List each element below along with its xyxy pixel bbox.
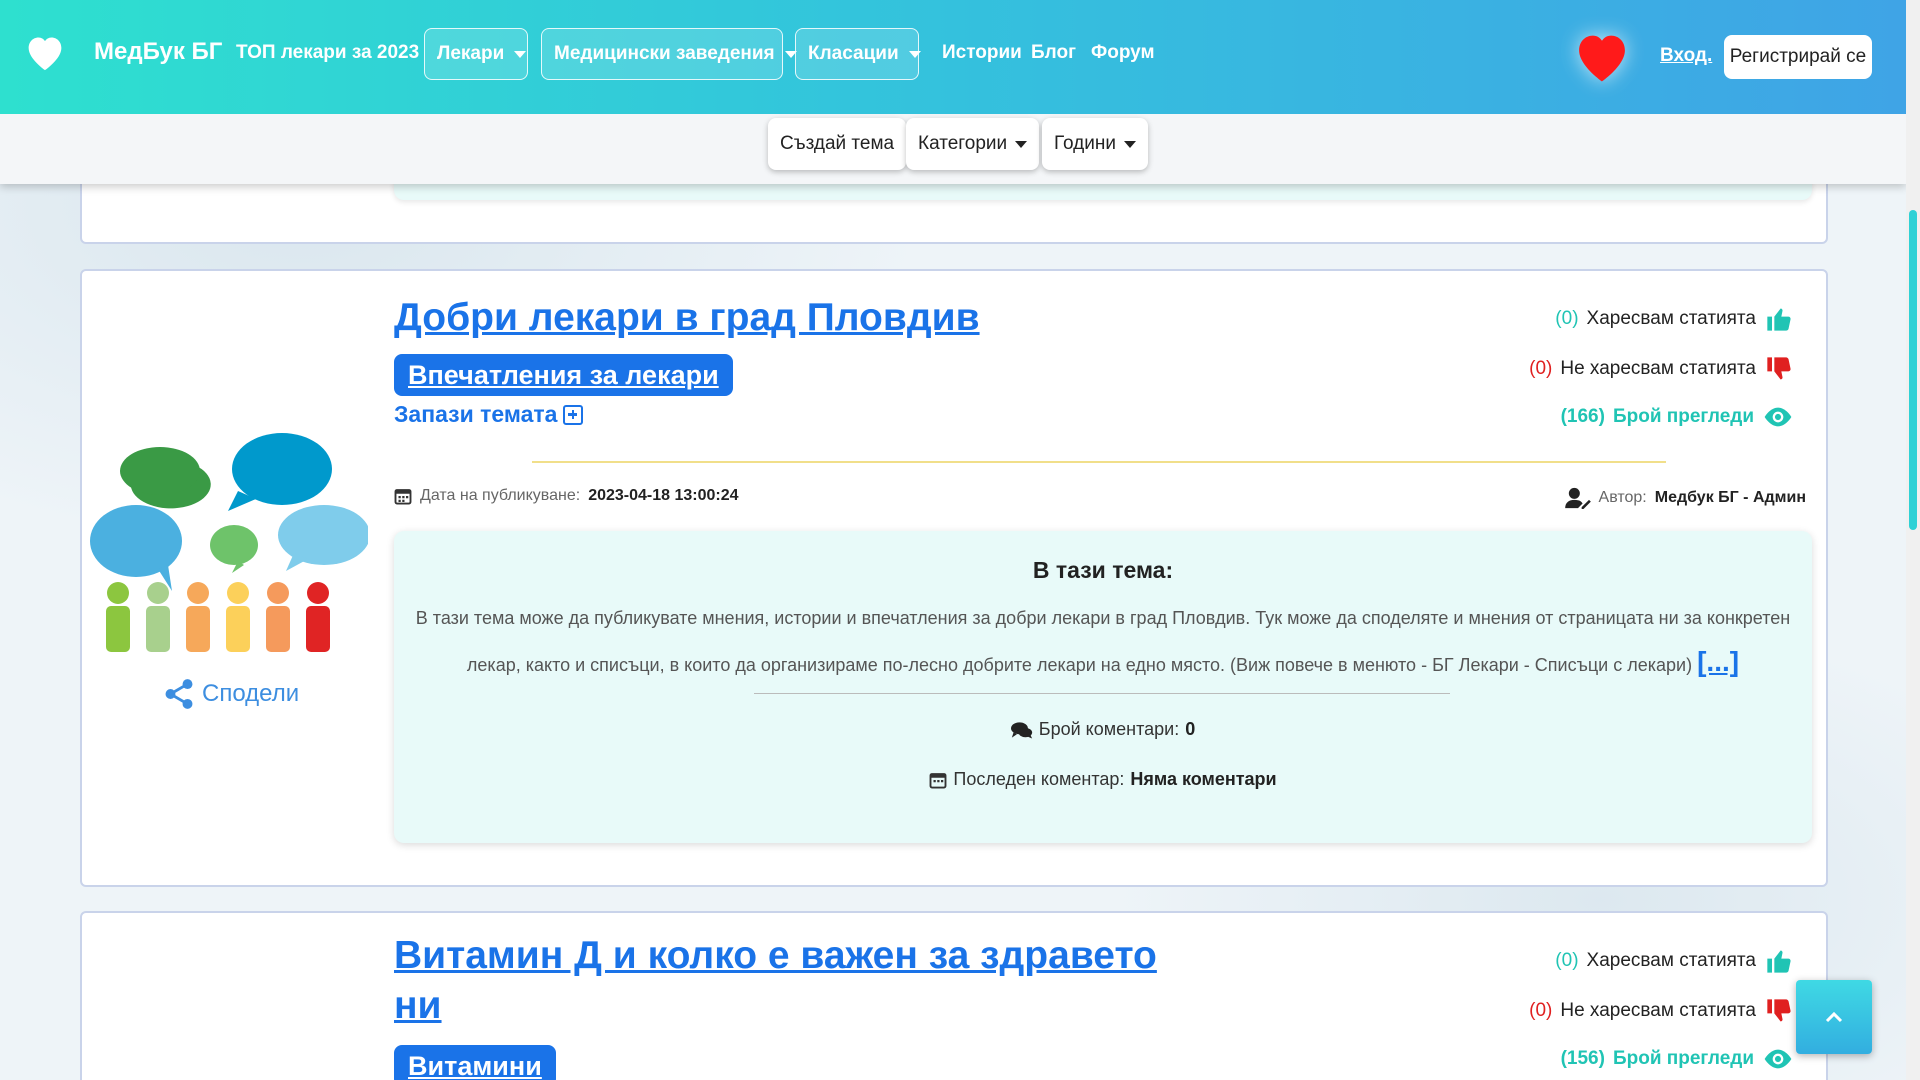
page-scrollbar[interactable] xyxy=(1906,0,1920,1080)
dislike-button[interactable]: (0) Не харесвам статията xyxy=(1529,355,1794,383)
dislike-count: (0) xyxy=(1529,1000,1553,1021)
chevron-up-icon xyxy=(1825,1011,1843,1023)
comments-icon xyxy=(1010,721,1032,738)
create-topic-label: Създай тема xyxy=(780,133,895,154)
like-count: (0) xyxy=(1555,308,1579,329)
divider xyxy=(532,461,1666,463)
comment-count: Брой коментари: 0 xyxy=(394,719,1812,740)
post-title-line: Витамин Д и колко е важен за здравето xyxy=(394,934,1157,977)
publish-date-label: Дата на публикуване: xyxy=(420,487,581,504)
like-count: (0) xyxy=(1555,950,1579,971)
dislike-count: (0) xyxy=(1529,358,1553,379)
eye-icon xyxy=(1764,1049,1792,1069)
author-value: Медбук БГ - Админ xyxy=(1654,489,1806,506)
save-topic-label: Запази темата xyxy=(394,401,558,427)
publish-date: Дата на публикуване: 2023-04-18 13:00:24 xyxy=(394,487,739,505)
nav-top-doctors[interactable]: ТОП лекари за 2023 xyxy=(236,42,419,64)
views-number: (166) xyxy=(1560,406,1605,427)
author-label: Автор: xyxy=(1598,489,1647,506)
last-comment-label: Последен коментар: xyxy=(953,769,1125,789)
views-label: Брой прегледи xyxy=(1612,406,1754,427)
register-button[interactable]: Регистрирай се xyxy=(1724,35,1872,79)
create-topic-button[interactable]: Създай тема xyxy=(768,118,907,170)
post-card: Витамин Д и колко е важен за здравето ни… xyxy=(80,911,1828,1080)
login-link[interactable]: Вход. xyxy=(1660,45,1712,67)
forum-subnav: Създай тема Категории Години xyxy=(0,114,1906,184)
nav-dropdown-label: Медицински заведения xyxy=(554,43,775,64)
summary-text: В тази тема може да публикувате мнения, … xyxy=(415,608,1791,675)
nav-forum[interactable]: Форум xyxy=(1091,42,1155,64)
summary-heading: В тази тема: xyxy=(1032,557,1174,583)
nav-stories[interactable]: Истории xyxy=(942,42,1022,64)
like-button[interactable]: (0) Харесвам статията xyxy=(1555,305,1794,333)
years-label: Години xyxy=(1054,133,1116,154)
publish-date-value: 2023-04-18 13:00:24 xyxy=(588,487,739,504)
comment-count-label: Брой коментари: xyxy=(1038,719,1180,739)
views-number: (156) xyxy=(1560,1048,1605,1069)
post-title[interactable]: Витамин Д и колко е важен за здравето ни xyxy=(394,931,1157,1031)
nav-dropdown-label: Лекари xyxy=(437,43,505,64)
like-label: Харесвам статията xyxy=(1586,950,1756,971)
share-label: Сподели xyxy=(202,680,300,707)
post-author: Автор: Медбук БГ - Админ xyxy=(1564,487,1806,509)
heart-icon[interactable] xyxy=(22,32,68,72)
share-button[interactable]: Сподели xyxy=(162,677,299,711)
views-count: (156) Брой прегледи xyxy=(1561,1047,1794,1071)
share-icon xyxy=(165,679,193,709)
eye-icon xyxy=(1764,407,1792,427)
scrollbar-thumb[interactable] xyxy=(1909,210,1917,530)
post-summary-box: В тази тема: В тази тема може да публику… xyxy=(394,531,1812,843)
last-comment: Последен коментар: Няма коментари xyxy=(394,769,1812,790)
category-badge[interactable]: Витамини xyxy=(394,1045,556,1080)
dislike-button[interactable]: (0) Не харесвам статията xyxy=(1529,997,1794,1025)
post-card: Сподели Добри лекари в град Пловдив Впеч… xyxy=(80,269,1828,887)
dislike-label: Не харесвам статията xyxy=(1560,358,1756,379)
brand-name[interactable]: МедБук БГ xyxy=(94,38,222,66)
thumbs-down-icon xyxy=(1767,357,1791,380)
nav-dropdown-rankings[interactable]: Класации xyxy=(795,28,921,80)
thumbs-down-icon xyxy=(1767,999,1791,1022)
scroll-to-top-button[interactable] xyxy=(1796,980,1872,1054)
categories-dropdown[interactable]: Категории xyxy=(906,118,1040,170)
caret-down-icon xyxy=(514,50,527,58)
category-badge[interactable]: Впечатления за лекари xyxy=(394,354,733,396)
read-more-link[interactable]: [...] xyxy=(1697,646,1739,677)
divider xyxy=(754,693,1450,694)
calendar-icon xyxy=(394,489,412,505)
nav-dropdown-facilities[interactable]: Медицински заведения xyxy=(541,28,797,80)
categories-label: Категории xyxy=(918,133,1008,154)
discussion-people-illustration xyxy=(90,433,368,652)
last-comment-value: Няма коментари xyxy=(1130,769,1277,789)
summary-text-block: В тази тема може да публикувате мнения, … xyxy=(414,597,1792,687)
top-navbar: МедБук БГ ТОП лекари за 2023 Лекари Меди… xyxy=(0,0,1906,114)
comment-count-value: 0 xyxy=(1185,719,1196,739)
caret-down-icon xyxy=(1015,140,1028,148)
thumbs-up-icon xyxy=(1767,950,1791,973)
heart-icon[interactable] xyxy=(1570,28,1634,84)
like-button[interactable]: (0) Харесвам статията xyxy=(1555,947,1794,975)
calendar-icon xyxy=(929,772,947,788)
caret-down-icon xyxy=(908,50,921,58)
nav-dropdown-doctors[interactable]: Лекари xyxy=(424,28,528,80)
save-topic-button[interactable]: Запази темата xyxy=(394,401,584,428)
post-title[interactable]: Добри лекари в град Пловдив xyxy=(394,293,980,343)
nav-dropdown-label: Класации xyxy=(808,43,899,64)
years-dropdown[interactable]: Години xyxy=(1042,118,1148,170)
nav-blog[interactable]: Блог xyxy=(1031,42,1076,64)
thumbs-up-icon xyxy=(1767,308,1791,331)
post-title-line: ни xyxy=(394,984,442,1027)
plus-square-icon xyxy=(563,404,584,425)
views-count: (166) Брой прегледи xyxy=(1561,405,1794,429)
user-edit-icon xyxy=(1564,487,1591,509)
views-label: Брой прегледи xyxy=(1612,1048,1754,1069)
like-label: Харесвам статията xyxy=(1586,308,1756,329)
dislike-label: Не харесвам статията xyxy=(1560,1000,1756,1021)
caret-down-icon xyxy=(1123,140,1136,148)
